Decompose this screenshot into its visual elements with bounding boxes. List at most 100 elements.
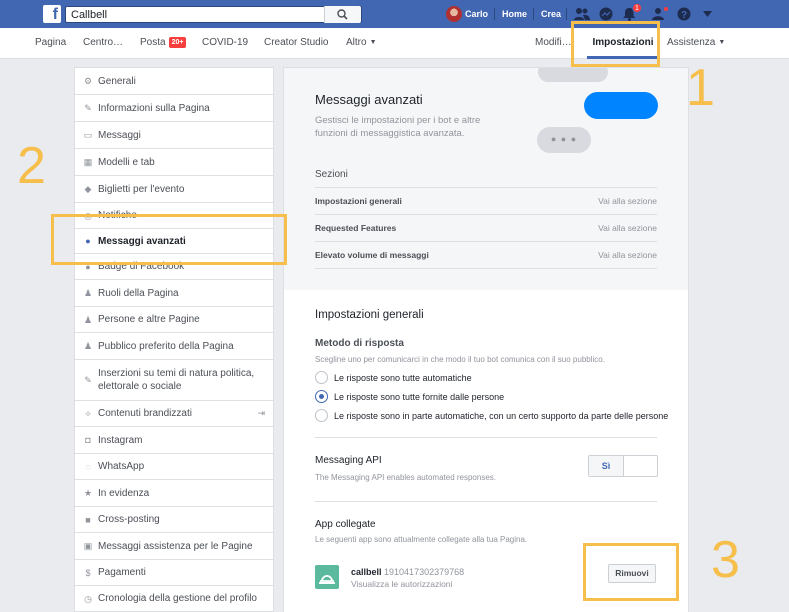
home-link[interactable]: Home bbox=[502, 0, 527, 28]
section-go-link[interactable]: Vai alla sezione bbox=[598, 215, 657, 242]
sidebar-item-label: Messaggi assistenza per le Pagine bbox=[98, 540, 253, 552]
sidebar-item-modelli[interactable]: ▦ Modelli e tab bbox=[75, 149, 273, 176]
messaging-api-label: Messaging API bbox=[315, 455, 382, 466]
friends-icon[interactable] bbox=[574, 7, 590, 21]
sidebar-item-instagram[interactable]: ◘ Instagram bbox=[75, 427, 273, 454]
video-icon: ■ bbox=[85, 514, 91, 525]
profile-link[interactable]: Carlo bbox=[465, 0, 488, 28]
general-settings-title: Impostazioni generali bbox=[315, 309, 424, 321]
sidebar-item-pagamenti[interactable]: $ Pagamenti bbox=[75, 560, 273, 586]
avatar[interactable] bbox=[446, 6, 462, 22]
annotation-highlight-box bbox=[51, 214, 287, 265]
page-nav-bar: Pagina Centro… Posta 20+ COVID-19 Creator… bbox=[0, 28, 789, 59]
annotation-number: 1 bbox=[686, 59, 715, 117]
sections-label: Sezioni bbox=[315, 169, 348, 180]
tab-creator-studio[interactable]: Creator Studio bbox=[264, 28, 328, 58]
sidebar-item-label: Instagram bbox=[98, 434, 143, 446]
sidebar-item-label: In evidenza bbox=[98, 487, 150, 499]
chevron-down-icon[interactable] bbox=[703, 11, 712, 17]
page-description: Gestisci le impostazioni per i bot e alt… bbox=[315, 115, 481, 139]
annotation-highlight-box bbox=[571, 21, 660, 67]
sidebar-item-generali[interactable]: ⚙ Generali bbox=[75, 68, 273, 95]
search-icon bbox=[337, 9, 348, 20]
tab-altro-label: Altro bbox=[346, 37, 367, 48]
sidebar-item-in-evidenza[interactable]: ★ In evidenza bbox=[75, 480, 273, 507]
settings-sidebar: ⚙ Generali ✎ Informazioni sulla Pagina ▭ Me… bbox=[74, 67, 274, 612]
sidebar-item-biglietti[interactable]: ◆ Biglietti per l'evento bbox=[75, 176, 273, 203]
messenger-icon[interactable] bbox=[599, 7, 613, 21]
sidebar-item-pubblico[interactable]: ♟ Pubblico preferito della Pagina bbox=[75, 333, 273, 360]
posta-count-badge: 20+ bbox=[168, 37, 187, 48]
create-link[interactable]: Crea bbox=[541, 0, 561, 28]
section-go-link[interactable]: Vai alla sezione bbox=[598, 242, 657, 269]
radio-option[interactable]: Le risposte sono tutte fornite dalle per… bbox=[315, 390, 504, 403]
section-go-link[interactable]: Vai alla sezione bbox=[598, 188, 657, 215]
radio-label: Le risposte sono tutte automatiche bbox=[334, 372, 472, 383]
tab-modifica[interactable]: Modifi… bbox=[535, 28, 572, 58]
tab-pagina[interactable]: Pagina bbox=[35, 28, 66, 58]
toggle-on-label: Sì bbox=[589, 456, 624, 476]
sidebar-item-cronologia[interactable]: ◷ Cronologia della gestione del profilo bbox=[75, 586, 273, 612]
page-title: Messaggi avanzati bbox=[315, 92, 423, 107]
section-link-name[interactable]: Elevato volume di messaggi bbox=[315, 250, 429, 260]
messaging-api-toggle[interactable]: Sì bbox=[588, 455, 658, 477]
sidebar-item-label: Informazioni sulla Pagina bbox=[98, 102, 210, 114]
sidebar-item-ruoli[interactable]: ♟ Ruoli della Pagina bbox=[75, 280, 273, 307]
radio-button[interactable] bbox=[315, 409, 328, 422]
caret-down-icon: ▼ bbox=[718, 39, 726, 46]
radio-button-selected[interactable] bbox=[315, 390, 328, 403]
tab-altro[interactable]: Altro ▼ bbox=[346, 28, 377, 58]
section-row: Elevato volume di messaggi Vai alla sezio… bbox=[315, 241, 657, 268]
tab-centro[interactable]: Centro… bbox=[83, 28, 123, 58]
sidebar-item-cross-posting[interactable]: ■ Cross-posting bbox=[75, 507, 273, 533]
sidebar-item-inserzioni[interactable]: ✎ Inserzioni su temi di natura politica, … bbox=[75, 360, 273, 401]
sidebar-item-label: Generali bbox=[98, 75, 136, 87]
external-link-icon: ⇥ bbox=[257, 408, 265, 418]
radio-label: Le risposte sono in parte automatiche, c… bbox=[334, 410, 669, 421]
divider bbox=[533, 8, 534, 20]
divider bbox=[494, 8, 495, 20]
radio-option[interactable]: Le risposte sono in parte automatiche, c… bbox=[315, 409, 668, 422]
hero-section: Messaggi avanzati Gestisci le impostazio… bbox=[284, 68, 688, 290]
sidebar-item-assistenza[interactable]: ▣ Messaggi assistenza per le Pagine bbox=[75, 533, 273, 560]
sidebar-item-label: Inserzioni su temi di natura politica, e… bbox=[98, 368, 255, 392]
sidebar-item-label: Cronologia della gestione del profilo bbox=[98, 593, 257, 604]
sidebar-item-messaggi[interactable]: ▭ Messaggi bbox=[75, 122, 273, 149]
sidebar-item-informazioni[interactable]: ✎ Informazioni sulla Pagina bbox=[75, 95, 273, 122]
sidebar-item-label: Ruoli della Pagina bbox=[98, 287, 179, 299]
radio-button[interactable] bbox=[315, 371, 328, 384]
typing-dots-illustration: ● ● ● bbox=[537, 127, 591, 153]
help-icon[interactable]: ? bbox=[677, 7, 691, 21]
section-link-name[interactable]: Impostazioni generali bbox=[315, 196, 402, 206]
sidebar-item-persone[interactable]: ♟ Persone e altre Pagine bbox=[75, 307, 273, 333]
radio-option[interactable]: Le risposte sono tutte automatiche bbox=[315, 371, 472, 384]
search-input[interactable] bbox=[66, 7, 326, 23]
people-icon: ♟ bbox=[83, 314, 93, 325]
tab-posta[interactable]: Posta 20+ bbox=[140, 28, 187, 58]
star-icon: ★ bbox=[83, 488, 93, 498]
search-button[interactable] bbox=[324, 6, 361, 23]
annotation-number: 3 bbox=[711, 531, 740, 589]
tab-assistenza[interactable]: Assistenza ▼ bbox=[667, 28, 725, 58]
pages-icon[interactable] bbox=[652, 7, 668, 21]
messaging-api-desc: The Messaging API enables automated resp… bbox=[315, 473, 496, 482]
sidebar-item-label: WhatsApp bbox=[98, 461, 145, 472]
sidebar-item-whatsapp[interactable]: ◌ WhatsApp bbox=[75, 454, 273, 480]
pencil-icon: ✎ bbox=[84, 103, 92, 113]
chat-bubble-illustration bbox=[538, 68, 608, 82]
section-link-name[interactable]: Requested Features bbox=[315, 223, 396, 233]
section-row: Requested Features Vai alla sezione bbox=[315, 214, 657, 241]
grid-icon: ▦ bbox=[83, 157, 93, 167]
sidebar-item-label: Pubblico preferito della Pagina bbox=[98, 340, 234, 352]
facebook-logo-icon[interactable]: f bbox=[43, 5, 61, 23]
sidebar-item-contenuti[interactable]: ✧ Contenuti brandizzati ⇥ bbox=[75, 401, 273, 427]
sidebar-item-label: Biglietti per l'evento bbox=[98, 183, 185, 195]
sidebar-item-label: Modelli e tab bbox=[98, 156, 155, 168]
view-permissions-link[interactable]: Visualizza le autorizzazioni bbox=[351, 579, 452, 589]
divider bbox=[315, 501, 657, 502]
sidebar-item-label: Pagamenti bbox=[98, 567, 146, 578]
connected-apps-desc: Le seguenti app sono attualmente collega… bbox=[315, 535, 528, 544]
message-icon: ▭ bbox=[83, 130, 93, 140]
sidebar-item-label: Cross-posting bbox=[98, 514, 160, 525]
tab-covid[interactable]: COVID-19 bbox=[202, 28, 248, 58]
